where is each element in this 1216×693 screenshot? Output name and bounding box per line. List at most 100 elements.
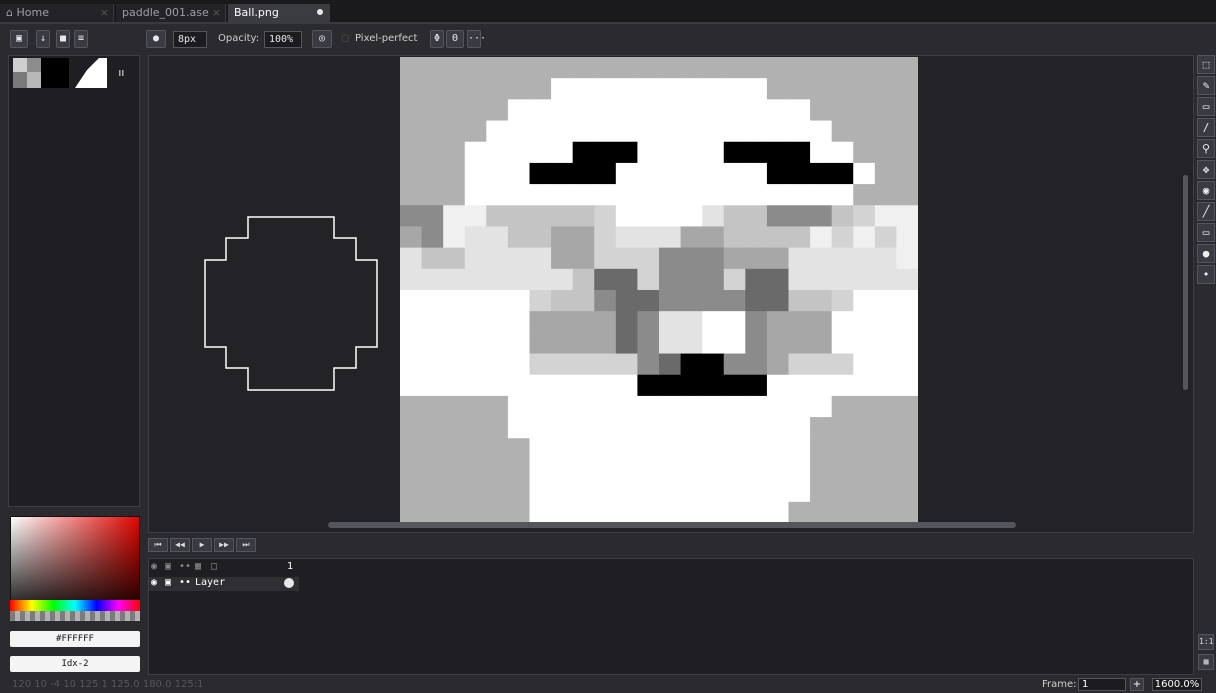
color-index-label[interactable]: Idx-2	[10, 656, 140, 672]
paint-bucket-icon[interactable]: ◉	[1197, 181, 1215, 200]
sprite-pixel	[551, 353, 574, 376]
brush-shape-icon[interactable]: ●	[146, 30, 166, 48]
close-icon[interactable]: ×	[100, 6, 109, 19]
sprite-pixel	[853, 99, 876, 122]
sprite-pixel	[400, 247, 423, 270]
vertical-scrollbar[interactable]	[1183, 175, 1188, 390]
sprite-pixel	[702, 162, 725, 185]
lock-icon[interactable]: ▣	[165, 577, 171, 588]
last-frame-icon[interactable]: ⏭	[236, 538, 256, 552]
previous-frame-icon[interactable]: ◀◀	[170, 538, 190, 552]
lock-icon[interactable]: ▣	[165, 561, 171, 572]
palette-swatches[interactable]	[9, 56, 139, 96]
sprite-pixel	[572, 57, 595, 79]
contour-icon[interactable]: ●	[1197, 244, 1215, 263]
zoom-1to1-icon[interactable]: 1:1	[1198, 634, 1214, 650]
layer-name[interactable]: Layer	[195, 577, 225, 588]
blur-icon[interactable]: •	[1197, 265, 1215, 284]
sprite-pixel	[853, 141, 876, 164]
close-icon[interactable]: ×	[212, 6, 221, 19]
sprite-pixel	[831, 99, 854, 122]
opacity-field[interactable]: 100%	[264, 31, 302, 48]
horizontal-scrollbar[interactable]	[328, 522, 1016, 528]
continuous-icon[interactable]: ••	[179, 561, 191, 572]
eyedropper-icon[interactable]: ∕	[1197, 118, 1215, 137]
sprite-pixel	[529, 374, 552, 397]
sprite-pixel	[680, 268, 703, 291]
sprite-pixel	[788, 501, 811, 523]
symmetry-vertical-icon[interactable]: Φ	[430, 30, 444, 48]
sprite-pixel	[766, 99, 789, 122]
hue-slider[interactable]	[10, 600, 140, 611]
layer-row[interactable]: ◉ ▣ •• Layer	[149, 577, 299, 591]
grid-icon[interactable]: ▦	[1198, 654, 1214, 670]
lock-icon[interactable]: ▣	[10, 30, 28, 48]
canvas-area[interactable]	[148, 55, 1194, 533]
tab-home[interactable]: ⌂ Home ×	[0, 4, 114, 22]
first-frame-icon[interactable]: ⏮	[148, 538, 168, 552]
sprite-pixel	[443, 141, 466, 164]
sprite-pixel	[702, 395, 725, 418]
sprite-pixel	[788, 417, 811, 439]
sprite-pixel	[659, 438, 682, 460]
zoom-level[interactable]: 1600.0%	[1152, 678, 1202, 691]
sprite-pixel	[853, 226, 876, 249]
sprite-pixel	[421, 353, 444, 376]
tab-paddle[interactable]: paddle_001.ase ×	[116, 4, 226, 22]
sprite-pixel	[507, 332, 530, 355]
eye-icon[interactable]: ◉	[151, 561, 157, 572]
sprite-pixel	[896, 268, 918, 291]
sprite-pixel	[874, 353, 897, 376]
next-frame-icon[interactable]: ▶▶	[214, 538, 234, 552]
sprite-pixel	[572, 141, 595, 164]
zoom-icon[interactable]: ⚲	[1197, 139, 1215, 158]
brush-size-field[interactable]: 8px	[173, 31, 207, 48]
down-arrow-icon[interactable]: ↓	[36, 30, 50, 48]
sprite-pixel	[464, 226, 487, 249]
continuous-icon[interactable]: ••	[179, 577, 191, 588]
sprite-pixel	[723, 120, 746, 143]
sprite-pixel	[551, 459, 574, 482]
sprite-pixel	[745, 395, 768, 418]
ink-icon[interactable]: ◎	[312, 30, 332, 48]
layer-add-icon[interactable]: ▦	[195, 561, 201, 572]
sprite-canvas[interactable]	[400, 57, 918, 523]
tab-ball[interactable]: Ball.png	[228, 4, 330, 22]
marquee-icon[interactable]: ⬚	[1197, 55, 1215, 74]
alpha-slider[interactable]	[10, 611, 140, 621]
pixel-perfect-checkbox[interactable]: ○	[341, 33, 350, 44]
sprite-pixel	[400, 374, 423, 397]
sprite-pixel	[594, 459, 617, 482]
sprite-pixel	[831, 78, 854, 100]
sprite-pixel	[831, 374, 854, 397]
sprite-pixel	[507, 57, 530, 79]
sprite-pixel	[421, 162, 444, 185]
symmetry-horizontal-icon[interactable]: Θ	[446, 30, 464, 48]
line-icon[interactable]: ╱	[1197, 202, 1215, 221]
sprite-pixel	[766, 311, 789, 333]
sprite-pixel	[680, 311, 703, 333]
frame-input[interactable]: 1	[1078, 678, 1126, 691]
cel-icon[interactable]	[284, 578, 294, 588]
pencil-icon[interactable]: ✎	[1197, 76, 1215, 95]
onion-skin-icon[interactable]: □	[211, 561, 217, 572]
sprite-pixel	[615, 247, 638, 270]
eraser-icon[interactable]: ▭	[1197, 97, 1215, 116]
eye-icon[interactable]: ◉	[151, 577, 157, 588]
square-icon[interactable]: ■	[56, 30, 70, 48]
sprite-pixel	[443, 120, 466, 143]
add-icon[interactable]: +	[1130, 678, 1144, 691]
sprite-pixel	[507, 353, 530, 376]
play-icon[interactable]: ▶	[192, 538, 212, 552]
move-icon[interactable]: ✥	[1197, 160, 1215, 179]
sprite-pixel	[551, 374, 574, 397]
sprite-pixel	[810, 120, 833, 143]
primary-color-hex[interactable]: #FFFFFF	[10, 631, 140, 647]
menu-icon[interactable]: ≡	[74, 30, 88, 48]
sprite-pixel	[637, 395, 660, 418]
sprite-pixel	[615, 57, 638, 79]
more-options-button[interactable]: ···	[467, 30, 486, 48]
sprite-pixel	[896, 162, 918, 185]
rectangle-icon[interactable]: ▭	[1197, 223, 1215, 242]
frame-header[interactable]: 1	[287, 561, 293, 572]
